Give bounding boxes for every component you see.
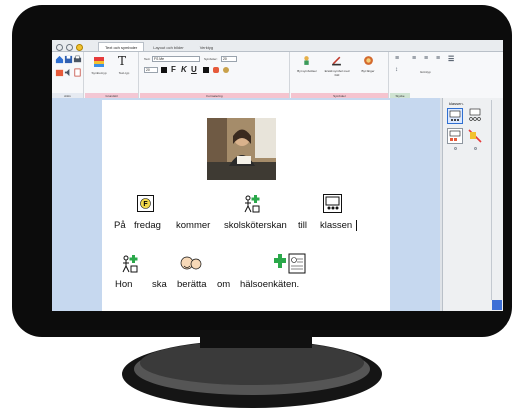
app-menu-icon[interactable] xyxy=(76,44,83,51)
symbol-type-icon[interactable] xyxy=(93,56,105,68)
document-workspace: F På fredag kommer skolsköterskan till k… xyxy=(52,98,440,311)
teacher-photo xyxy=(207,118,276,180)
group-stycke: ≡ ≡ ≡ ≡ ☰ ↕ Gröntyp Stycke xyxy=(390,52,503,99)
text-type-icon[interactable]: T xyxy=(118,54,126,68)
change-symbol-icon[interactable] xyxy=(301,55,312,66)
word-hon[interactable]: Hon xyxy=(115,279,132,290)
spacing-label: Gröntyp xyxy=(420,70,431,74)
text-color-swatch[interactable] xyxy=(161,67,167,73)
redo-icon[interactable] xyxy=(66,44,73,51)
replace-symbol-icon[interactable] xyxy=(331,55,342,66)
symbol-size-label: Symboler: xyxy=(204,57,218,61)
no-symbol-icon xyxy=(468,129,482,143)
friday-letter: F xyxy=(143,201,148,208)
open-icon[interactable] xyxy=(55,68,64,77)
fill-color-icon[interactable] xyxy=(213,67,219,73)
class-group-thumb-icon xyxy=(469,108,481,121)
group-grundstil: Symbol-typ T Text-typ Grundstil xyxy=(85,52,139,99)
font-label: Text: xyxy=(144,57,151,61)
save-icon[interactable] xyxy=(64,55,73,64)
panel-scrollbar[interactable] xyxy=(491,100,492,300)
word-om[interactable]: om xyxy=(217,279,230,290)
print-icon[interactable] xyxy=(73,55,82,64)
symbol-size-select[interactable]: 20 xyxy=(221,56,237,62)
school-nurse-symbol-icon xyxy=(244,195,260,213)
ribbon: Text och symboler Layout och bilder Verk… xyxy=(52,40,503,99)
replace-symbol-label: Ersätt symbol med bild xyxy=(324,69,350,77)
symbol-type-label: Symbol-typ xyxy=(91,71,107,75)
list-icon[interactable]: ≡ xyxy=(395,55,399,62)
highlight-swatch[interactable] xyxy=(203,67,209,73)
option-dot-1[interactable] xyxy=(454,147,457,150)
pdf-icon[interactable] xyxy=(73,68,82,77)
word-fredag[interactable]: fredag xyxy=(134,220,161,231)
change-symbol-label: Byt symboliser xyxy=(297,69,317,73)
font-select[interactable]: FS Me xyxy=(152,56,200,62)
class-symbol-icon xyxy=(323,194,342,213)
word-skolskoterskan[interactable]: skolsköterskan xyxy=(224,220,287,231)
align-left-icon[interactable]: ≡ xyxy=(412,55,416,62)
italic-icon[interactable]: K xyxy=(181,65,187,74)
group-formatering: Text: FS Me Symboler: 20 20 F K U Format… xyxy=(140,52,290,99)
symbol-option-3[interactable] xyxy=(447,128,463,144)
word-kommer[interactable]: kommer xyxy=(176,220,210,231)
symbol-choice-panel: klassen. xyxy=(442,98,503,311)
word-klassen[interactable]: klassen xyxy=(320,220,352,231)
undo-icon[interactable] xyxy=(56,44,63,51)
align-center-icon[interactable]: ≡ xyxy=(424,55,428,62)
she-symbol-icon xyxy=(122,255,138,273)
tell-symbol-icon xyxy=(180,256,202,270)
word-halsoenkaten[interactable]: hälsoenkäten. xyxy=(240,279,299,290)
symbol-option-2[interactable] xyxy=(467,108,483,124)
panel-title: klassen. xyxy=(449,101,464,106)
class-symbol-thumb-icon xyxy=(449,110,461,121)
text-cursor xyxy=(356,220,357,231)
health-survey-symbol-icon xyxy=(274,253,306,274)
status-indicator xyxy=(492,300,502,310)
word-pa[interactable]: På xyxy=(114,220,126,231)
underline-icon[interactable]: U xyxy=(191,65,197,74)
symbol-option-4[interactable] xyxy=(467,128,483,144)
word-ska[interactable]: ska xyxy=(152,279,167,290)
document-page[interactable]: F På fredag kommer skolsköterskan till k… xyxy=(102,100,390,311)
home-icon[interactable] xyxy=(55,55,64,64)
text-type-label: Text-typ xyxy=(118,71,130,75)
symbol-option-1[interactable] xyxy=(447,108,463,124)
friday-symbol-icon: F xyxy=(137,195,154,212)
line-spacing-icon[interactable]: ↕ xyxy=(395,67,398,73)
word-till[interactable]: till xyxy=(298,220,307,231)
align-right-icon[interactable]: ≡ xyxy=(436,55,440,62)
change-colors-label: Byt färger xyxy=(361,69,375,73)
monitor-stand-neck xyxy=(200,330,312,348)
app-screen: Text och symboler Layout och bilder Verk… xyxy=(52,40,503,311)
group-symboler: Byt symboliser Ersätt symbol med bild By… xyxy=(291,52,389,99)
classroom-thumb-icon xyxy=(449,130,461,141)
group-arkiv: Arkiv xyxy=(52,52,84,99)
bold-icon[interactable]: F xyxy=(171,65,176,74)
change-colors-icon[interactable] xyxy=(363,55,374,66)
text-size-select[interactable]: 20 xyxy=(144,67,158,73)
word-beratta[interactable]: berätta xyxy=(177,279,207,290)
option-dot-2[interactable] xyxy=(474,147,477,150)
speak-icon[interactable] xyxy=(64,68,73,77)
ribbon-body: Arkiv Symbol-typ T Text-typ Grundstil Te… xyxy=(52,51,503,99)
format-painter-icon[interactable] xyxy=(223,67,229,73)
bullets-icon[interactable]: ☰ xyxy=(448,55,454,63)
